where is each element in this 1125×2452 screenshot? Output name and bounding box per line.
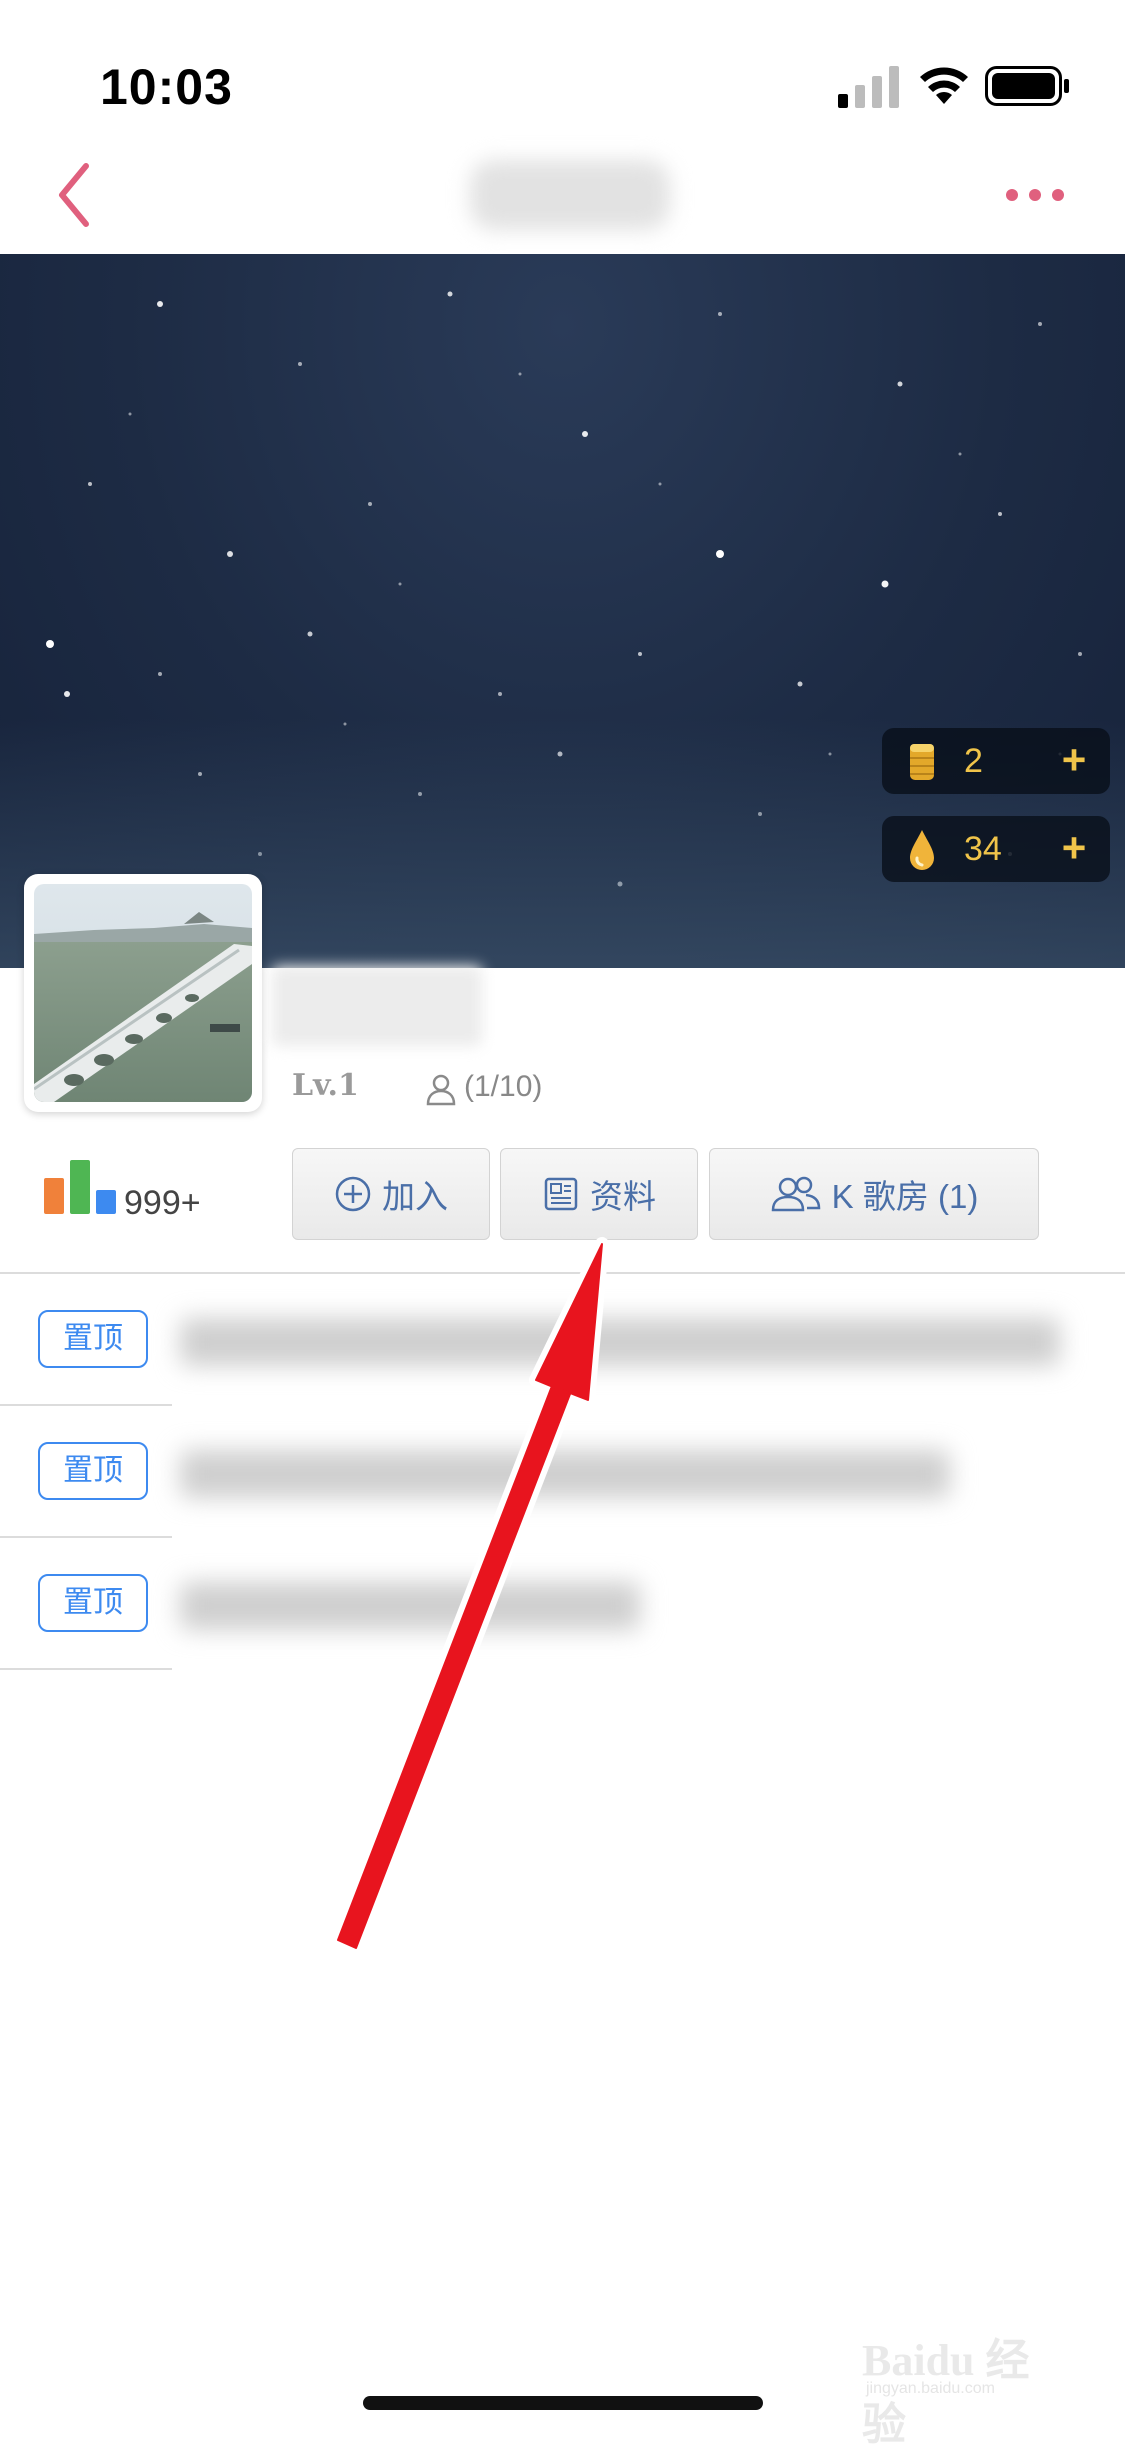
pinned-post-title-blurred bbox=[180, 1450, 950, 1498]
baidu-jingyan-watermark: Baidu 经验 jingyan.baidu.com bbox=[862, 2324, 1072, 2449]
wifi-icon bbox=[920, 67, 968, 104]
watermark-url: jingyan.baidu.com bbox=[866, 2380, 995, 2397]
add-drop-button[interactable]: + bbox=[1052, 826, 1096, 870]
info-label: 资料 bbox=[590, 1178, 656, 1215]
pinned-post-row[interactable]: 置顶 bbox=[0, 1538, 1125, 1670]
ktv-label: K 歌房 (1) bbox=[831, 1178, 979, 1215]
navigation-bar bbox=[0, 140, 1125, 254]
home-indicator[interactable] bbox=[363, 2396, 763, 2410]
rank-bars-icon bbox=[44, 1160, 116, 1214]
back-arrow-icon[interactable] bbox=[52, 160, 96, 230]
rank-count: 999+ bbox=[124, 1184, 201, 1222]
join-label: 加入 bbox=[382, 1178, 448, 1215]
drop-balance-pill: 34 + bbox=[882, 816, 1110, 882]
cellular-signal-icon bbox=[838, 66, 899, 108]
group-people-icon bbox=[771, 1176, 820, 1212]
water-drop-icon bbox=[910, 830, 934, 870]
coin-balance-pill: 2 + bbox=[882, 728, 1110, 794]
level-badge: Lv.1 bbox=[292, 1068, 359, 1103]
karaoke-room-button[interactable]: K 歌房 (1) bbox=[709, 1148, 1039, 1240]
more-options-icon[interactable] bbox=[1000, 170, 1070, 220]
avatar-bridge-photo bbox=[34, 884, 252, 1102]
battery-icon bbox=[985, 66, 1069, 106]
pinned-tag: 置顶 bbox=[38, 1310, 148, 1368]
group-name-blurred bbox=[272, 966, 482, 1046]
group-avatar[interactable] bbox=[24, 874, 262, 1112]
pinned-tag: 置顶 bbox=[38, 1574, 148, 1632]
coin-count: 2 bbox=[964, 742, 983, 780]
pinned-post-row[interactable]: 置顶 bbox=[0, 1406, 1125, 1538]
pinned-tag: 置顶 bbox=[38, 1442, 148, 1500]
join-button[interactable]: 加入 bbox=[292, 1148, 490, 1240]
coin-stack-icon bbox=[910, 744, 934, 780]
status-bar: 10:03 bbox=[0, 0, 1125, 140]
pinned-post-title-blurred bbox=[180, 1318, 1060, 1366]
group-info-button[interactable]: 资料 bbox=[500, 1148, 698, 1240]
member-count: (1/10) bbox=[464, 1070, 543, 1103]
row-divider bbox=[0, 1668, 172, 1670]
pinned-post-row[interactable]: 置顶 bbox=[0, 1274, 1125, 1406]
add-coin-button[interactable]: + bbox=[1052, 738, 1096, 782]
pinned-post-title-blurred bbox=[180, 1582, 640, 1630]
plus-circle-icon bbox=[335, 1176, 371, 1212]
status-time: 10:03 bbox=[100, 59, 233, 115]
page-title-blurred bbox=[470, 160, 670, 230]
document-icon bbox=[544, 1177, 578, 1211]
member-icon bbox=[426, 1074, 456, 1106]
drop-count: 34 bbox=[964, 830, 1002, 868]
